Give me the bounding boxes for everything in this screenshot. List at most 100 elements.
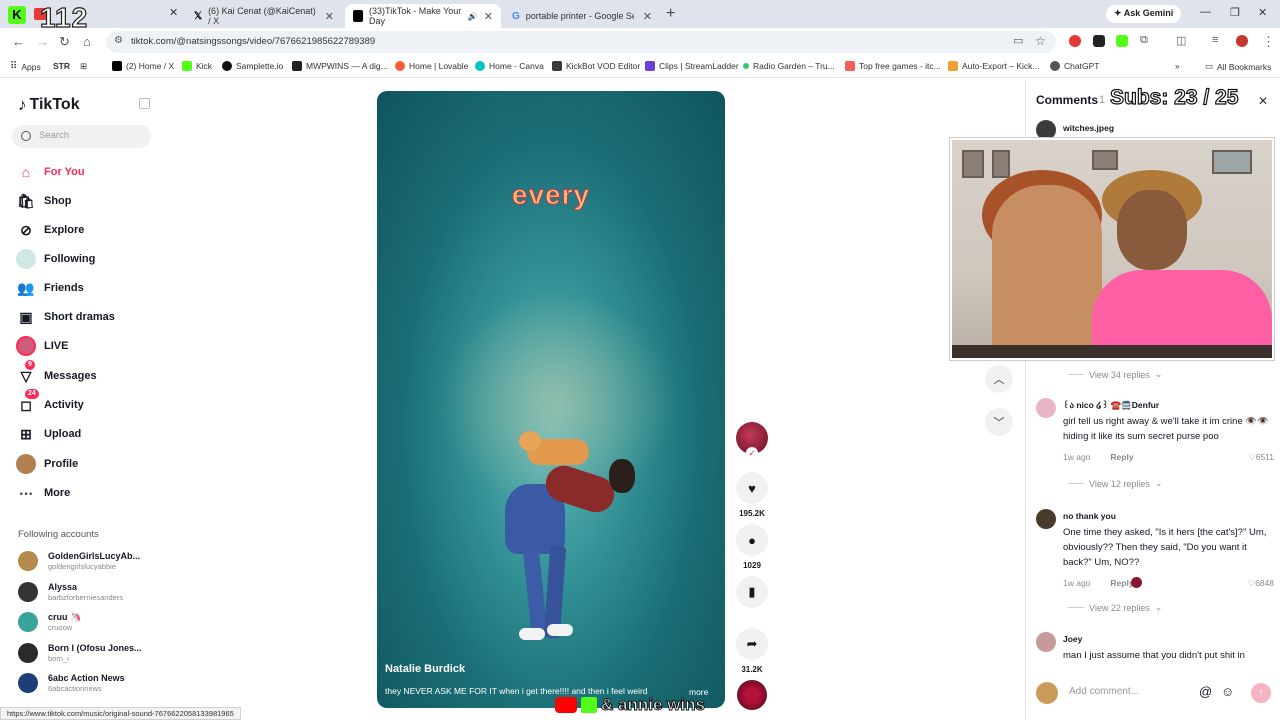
sidebar-item-short-dramas[interactable]: ▣ Short dramas: [16, 305, 166, 329]
bookmark-samplette[interactable]: Samplette.io: [222, 61, 283, 71]
browser-menu-icon[interactable]: ⋮: [1262, 34, 1275, 50]
sidebar-item-live[interactable]: LIVE: [16, 334, 166, 358]
bookmark-star-icon[interactable]: ☆: [1035, 34, 1046, 48]
folder-icon: ▭: [1205, 61, 1214, 71]
following-account[interactable]: GoldenGirlsLucyAb... goldengirlslucyabbie: [18, 551, 168, 571]
like-button[interactable]: ♥: [736, 472, 768, 504]
previous-video-button[interactable]: ︿: [985, 365, 1013, 393]
bookmark-canva[interactable]: Home - Canva: [475, 61, 544, 71]
bookmark-chatgpt[interactable]: ChatGPT: [1050, 61, 1099, 71]
home-icon[interactable]: ⌂: [83, 34, 91, 49]
sidebar-item-activity[interactable]: ◻ 24 Activity: [16, 389, 166, 417]
video-author[interactable]: Natalie Burdick: [385, 663, 465, 675]
mention-icon[interactable]: @: [1199, 684, 1212, 699]
search-input[interactable]: Search: [12, 125, 151, 148]
send-comment-button[interactable]: ↑: [1251, 683, 1271, 703]
new-tab-button[interactable]: +: [666, 5, 675, 23]
collapse-sidebar-icon[interactable]: [139, 98, 150, 109]
close-tab-icon[interactable]: ✕: [325, 10, 334, 23]
bookmark-kickbot[interactable]: KickBot VOD Editor: [552, 61, 640, 71]
side-panel-icon[interactable]: ◫: [1176, 34, 1186, 47]
music-disc-icon[interactable]: [737, 680, 767, 710]
cast-icon[interactable]: ▭: [1013, 34, 1023, 47]
back-icon[interactable]: ←: [12, 34, 25, 49]
tab-google-search[interactable]: G portable printer - Google Search ✕: [504, 4, 660, 28]
follow-plus-icon[interactable]: ✓: [746, 447, 758, 459]
sidebar-item-profile[interactable]: Profile: [16, 452, 166, 476]
bookmark-itch[interactable]: Top free games - itc...: [845, 61, 941, 71]
bookmark-label: KickBot VOD Editor: [566, 61, 641, 71]
add-comment-input[interactable]: Add comment...: [1069, 686, 1139, 697]
bookmarks-overflow[interactable]: »: [1175, 61, 1180, 71]
bookmark-x-home[interactable]: (2) Home / X: [112, 61, 174, 71]
comment-avatar[interactable]: [1036, 398, 1056, 418]
extension-icon[interactable]: [1093, 35, 1105, 47]
comment-button[interactable]: ●: [736, 524, 768, 556]
comment-like-button[interactable]: ♡6511: [1248, 452, 1274, 463]
url-field[interactable]: tiktok.com/@natsingssongs/video/76766219…: [106, 31, 1056, 53]
sidebar-item-messages[interactable]: ▽ 9 Messages: [16, 360, 166, 388]
profile-avatar-icon[interactable]: [1236, 35, 1248, 47]
following-account[interactable]: cruu 🦄 cruoow: [18, 612, 168, 632]
comment-avatar[interactable]: [1036, 120, 1056, 140]
following-account[interactable]: Born I (Ofosu Jones... born_i: [18, 643, 168, 663]
kick-extension-icon[interactable]: [1116, 35, 1128, 47]
media-controls-icon[interactable]: ≡: [1212, 34, 1218, 46]
comment-like-button[interactable]: ♡6848: [1247, 578, 1274, 589]
tab-kai-cenat[interactable]: 𝕏 (6) Kai Cenat (@KaiCenat) / X ✕: [186, 4, 342, 28]
forward-icon[interactable]: →: [36, 34, 49, 49]
comment-avatar[interactable]: [1036, 509, 1056, 529]
sidebar-item-upload[interactable]: ⊞ Upload: [16, 422, 166, 446]
bookmark-radio-garden[interactable]: Radio Garden – Tru...: [743, 61, 835, 71]
reply-button[interactable]: Reply: [1110, 452, 1133, 462]
sidebar-item-shop[interactable]: 🛍 Shop: [16, 189, 166, 213]
restore-icon[interactable]: ❐: [1230, 6, 1240, 19]
bookmark-str[interactable]: STR: [53, 61, 70, 71]
record-extension-icon[interactable]: [1069, 35, 1081, 47]
view-replies-button[interactable]: View 12 replies ⌄: [1068, 478, 1162, 489]
sidebar-item-for-you[interactable]: ⌂ For You: [16, 160, 166, 184]
following-account[interactable]: Alyssa barbzforberniesanders: [18, 582, 168, 602]
view-replies-button[interactable]: View 22 replies ⌄: [1068, 602, 1162, 613]
comment-username[interactable]: no thank you: [1063, 511, 1116, 521]
comment-item: witches.jpeg: [1036, 120, 1274, 140]
share-button[interactable]: ➦: [736, 628, 768, 660]
close-tab-icon[interactable]: ✕: [484, 10, 493, 23]
ask-gemini-button[interactable]: ✦ Ask Gemini: [1106, 5, 1182, 23]
sidebar-item-explore[interactable]: ⊘ Explore: [16, 218, 166, 242]
tiktok-logo[interactable]: ♪ TikTok: [18, 95, 80, 115]
comment-avatar[interactable]: [1036, 632, 1056, 652]
close-tab-icon[interactable]: ✕: [169, 6, 178, 19]
sidebar-item-following[interactable]: Following: [16, 247, 166, 271]
minimize-icon[interactable]: —: [1200, 6, 1211, 18]
person-shoe: [519, 628, 545, 640]
close-tab-icon[interactable]: ✕: [643, 10, 652, 23]
comment-username[interactable]: ꒰ა nico ໒꒱ ☎️🚍Denfur: [1063, 400, 1159, 411]
next-video-button[interactable]: ﹀: [985, 408, 1013, 436]
video-player[interactable]: every Natalie Burdick they NEVER ASK ME …: [377, 91, 725, 708]
tab-tiktok[interactable]: (33)TikTok - Make Your Day 🔊 ✕: [345, 4, 501, 28]
bookmark-auto-export[interactable]: Auto-Export – Kick...: [948, 61, 1039, 71]
bookmark-kick[interactable]: Kick: [182, 61, 212, 71]
following-account[interactable]: 6abc Action News 6abcactionnews: [18, 673, 168, 693]
comment-username[interactable]: Joey: [1063, 634, 1082, 644]
all-bookmarks[interactable]: ▭ All Bookmarks: [1205, 61, 1271, 72]
heart-icon: ♥: [748, 480, 756, 496]
audio-playing-icon[interactable]: 🔊: [468, 12, 478, 21]
bookmark-streamladder[interactable]: Clips | StreamLadder: [645, 61, 739, 71]
bookmark-grid[interactable]: ⊞: [80, 61, 87, 72]
emoji-icon[interactable]: ☺: [1221, 684, 1234, 699]
sidebar-item-friends[interactable]: 👥 Friends: [16, 276, 166, 300]
view-replies-button[interactable]: View 34 replies ⌄: [1068, 369, 1162, 380]
site-info-icon[interactable]: ⚙: [114, 35, 123, 46]
bookmark-mwpwins[interactable]: MWPWINS — A dig...: [292, 61, 388, 71]
bookmark-lovable[interactable]: Home | Lovable: [395, 61, 468, 71]
save-button[interactable]: ▮: [736, 576, 768, 608]
comment-username[interactable]: witches.jpeg: [1063, 123, 1114, 133]
extensions-puzzle-icon[interactable]: ⧉: [1140, 34, 1148, 47]
sidebar-item-more[interactable]: ⋯ More: [16, 481, 166, 505]
close-comments-icon[interactable]: ✕: [1258, 94, 1268, 108]
bookmark-apps[interactable]: ⠿ Apps: [10, 61, 41, 72]
close-window-icon[interactable]: ✕: [1258, 6, 1267, 19]
reload-icon[interactable]: ↻: [59, 34, 70, 50]
